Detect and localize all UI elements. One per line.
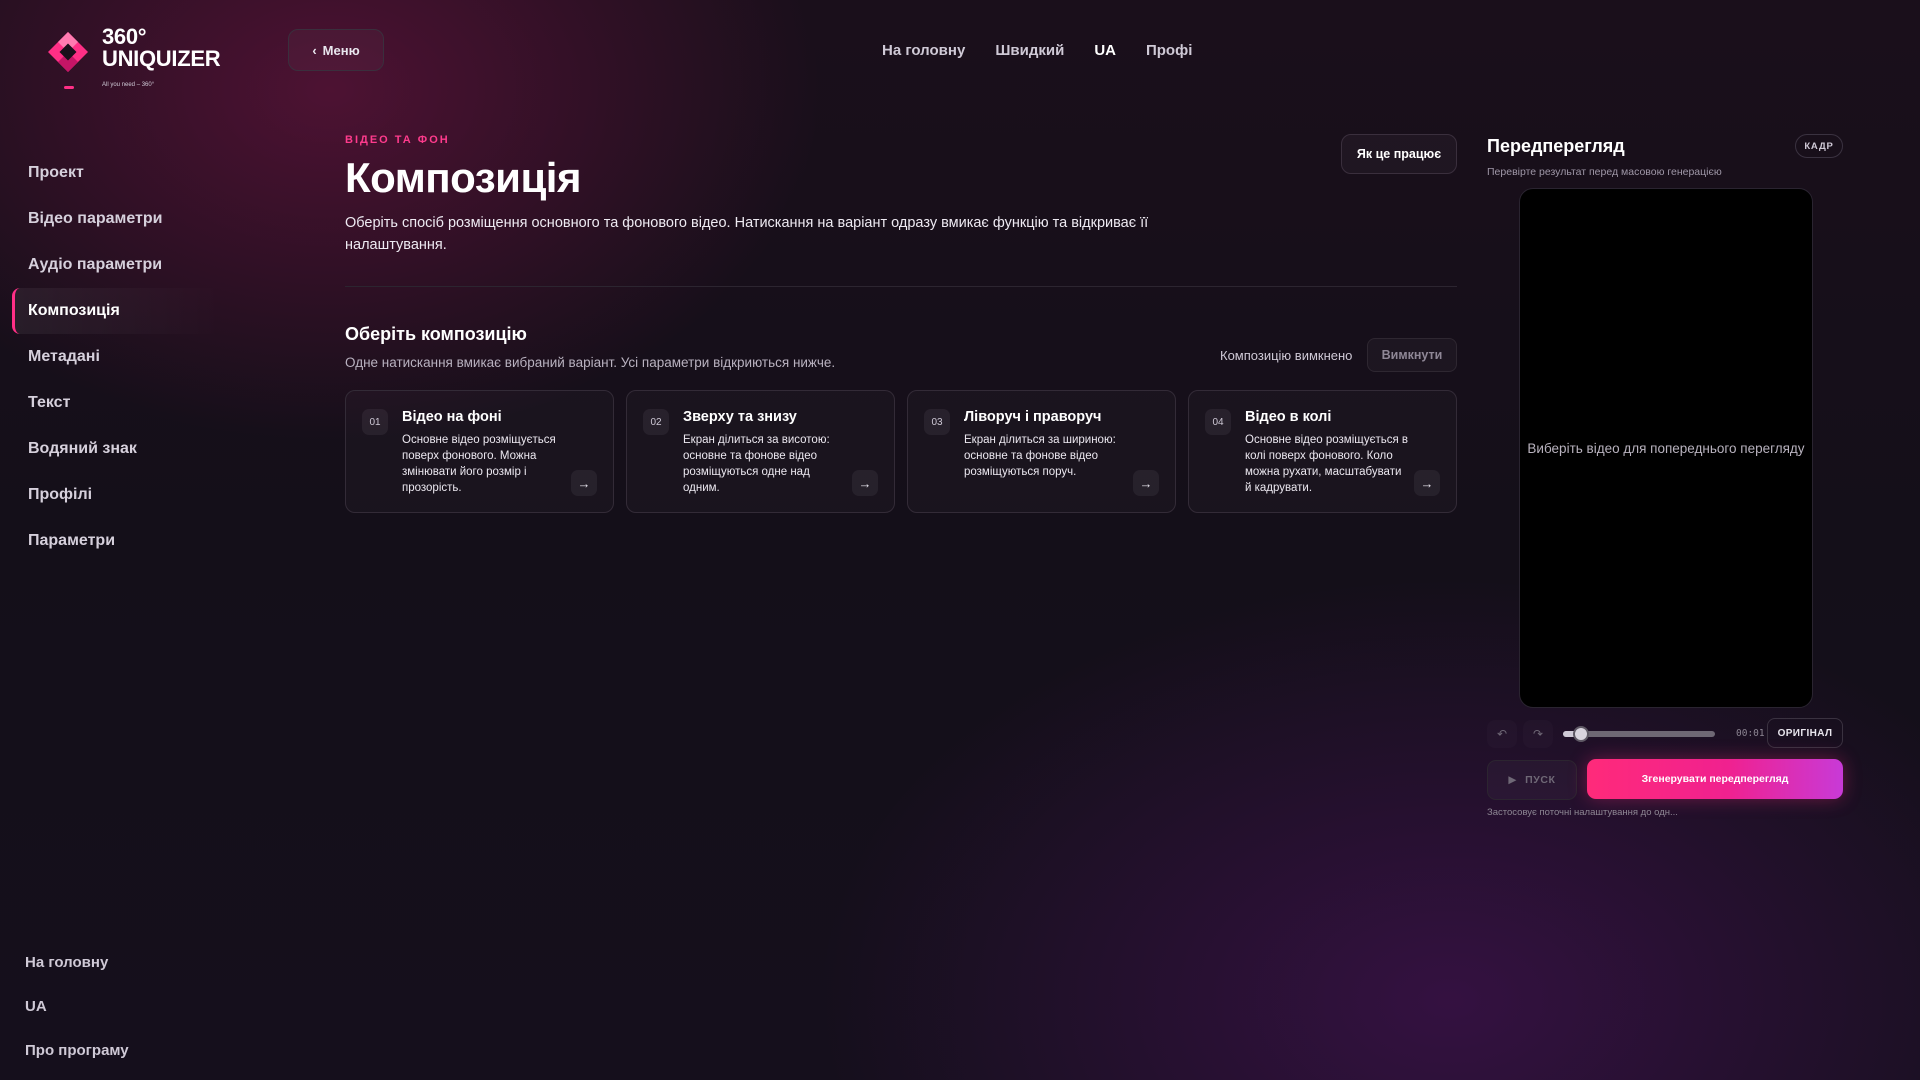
app-logo: 360° UNIQUIZER All you need – 360° <box>46 26 221 94</box>
top-nav-home[interactable]: На головну <box>882 42 965 59</box>
card-number: 01 <box>362 409 388 435</box>
how-it-works-button[interactable]: Як це працює <box>1341 134 1457 174</box>
preview-screen: Виберіть відео для попереднього перегляд… <box>1519 188 1813 708</box>
preview-title: Передперегляд <box>1487 136 1625 156</box>
menu-button[interactable]: ‹ Меню <box>288 29 384 71</box>
preview-placeholder: Виберіть відео для попереднього перегляд… <box>1527 440 1805 456</box>
sidebar-item-watermark[interactable]: Водяний знак <box>12 426 222 472</box>
disable-button[interactable]: Вимкнути <box>1367 338 1457 372</box>
composition-card-left-right[interactable]: 03 Ліворуч і праворуч Екран ділиться за … <box>907 390 1176 513</box>
undo-icon[interactable]: ↶ <box>1487 720 1517 748</box>
play-icon: ▶ <box>1508 774 1518 786</box>
top-nav-ua[interactable]: UA <box>1094 42 1116 59</box>
divider <box>345 286 1457 287</box>
chevron-left-icon: ‹ <box>312 42 317 58</box>
card-number: 03 <box>924 409 950 435</box>
card-title: Відео в колі <box>1245 409 1332 425</box>
composition-status: Композицію вимкнено <box>1220 348 1353 363</box>
card-description: Основне відео розміщується поверх фоново… <box>402 434 556 494</box>
card-description: Екран ділиться за шириною: основне та фо… <box>964 434 1116 478</box>
card-number: 04 <box>1205 409 1231 435</box>
sidebar-item-profiles[interactable]: Профілі <box>12 472 222 518</box>
arrow-right-icon[interactable]: → <box>571 470 597 496</box>
arrow-right-icon[interactable]: → <box>1133 470 1159 496</box>
section-eyebrow: ВІДЕО ТА ФОН <box>345 134 450 146</box>
sidebar-item-project[interactable]: Проект <box>12 150 222 196</box>
play-button[interactable]: ▶ ПУСК <box>1487 760 1577 800</box>
sidebar-bottom-about[interactable]: Про програму <box>25 1028 129 1072</box>
logo-mark-icon <box>48 32 88 72</box>
card-description: Основне відео розміщується в колі поверх… <box>1245 434 1408 494</box>
arrow-right-icon[interactable]: → <box>852 470 878 496</box>
sidebar-item-video-params[interactable]: Відео параметри <box>12 196 222 242</box>
card-title: Відео на фоні <box>402 409 502 425</box>
logo-line-1: 360° <box>102 24 147 49</box>
preview-panel: Передперегляд Перевірте результат перед … <box>1487 134 1843 834</box>
arrow-right-icon[interactable]: → <box>1414 470 1440 496</box>
original-button[interactable]: ОРИГІНАЛ <box>1767 718 1843 748</box>
sidebar-bottom: На головну UA Про програму <box>25 940 129 1072</box>
page-title: Композиція <box>345 154 581 201</box>
composition-card-top-bottom[interactable]: 02 Зверху та знизу Екран ділиться за вис… <box>626 390 895 513</box>
sidebar: Проект Відео параметри Аудіо параметри К… <box>12 150 222 564</box>
menu-button-label: Меню <box>322 42 360 58</box>
play-button-label: ПУСК <box>1525 774 1556 786</box>
sidebar-item-metadata[interactable]: Метадані <box>12 334 222 380</box>
logo-tagline: All you need – 360° <box>102 82 155 88</box>
top-nav: На головну Швидкий UA Профі <box>882 42 1192 59</box>
logo-underline <box>64 86 74 89</box>
timeline-handle[interactable] <box>1573 726 1590 742</box>
sidebar-item-settings[interactable]: Параметри <box>12 518 222 564</box>
sidebar-bottom-ua[interactable]: UA <box>25 984 129 1028</box>
sidebar-bottom-home[interactable]: На головну <box>25 940 129 984</box>
redo-icon[interactable]: ↷ <box>1523 720 1553 748</box>
card-number: 02 <box>643 409 669 435</box>
composition-cards: 01 Відео на фоні Основне відео розміщуєт… <box>345 390 1457 513</box>
logo-line-2: UNIQUIZER <box>102 46 221 71</box>
card-description: Екран ділиться за висотою: основне та фо… <box>683 434 830 494</box>
page-description: Оберіть спосіб розміщення основного та ф… <box>345 215 1149 253</box>
composition-card-background[interactable]: 01 Відео на фоні Основне відео розміщуєт… <box>345 390 614 513</box>
main-content: ВІДЕО ТА ФОН Композиція Оберіть спосіб р… <box>345 134 1457 513</box>
sidebar-item-audio-params[interactable]: Аудіо параметри <box>12 242 222 288</box>
logo-text: 360° UNIQUIZER <box>102 24 221 71</box>
preview-note: Застосовує поточні налаштування до одн..… <box>1487 807 1678 818</box>
sidebar-item-composition[interactable]: Композиція <box>12 288 222 334</box>
card-title: Зверху та знизу <box>683 409 797 425</box>
playback-controls: ↶ ↷ 00:01 ОРИГІНАЛ <box>1487 718 1843 748</box>
time-readout: 00:01 <box>1736 728 1765 739</box>
generate-preview-button[interactable]: Згенерувати передперегляд <box>1587 759 1843 799</box>
sidebar-item-text[interactable]: Текст <box>12 380 222 426</box>
top-nav-quick[interactable]: Швидкий <box>995 42 1064 59</box>
choose-composition-subtitle: Одне натискання вмикає вибраний варіант.… <box>345 355 836 370</box>
composition-card-circle[interactable]: 04 Відео в колі Основне відео розміщуєть… <box>1188 390 1457 513</box>
top-nav-pro[interactable]: Профі <box>1146 42 1192 59</box>
timeline-slider[interactable] <box>1563 726 1715 742</box>
preview-subtitle: Перевірте результат перед масовою генера… <box>1487 166 1722 178</box>
choose-composition-title: Оберіть композицію <box>345 324 527 344</box>
card-title: Ліворуч і праворуч <box>964 409 1102 425</box>
frame-badge[interactable]: КАДР <box>1795 134 1843 158</box>
